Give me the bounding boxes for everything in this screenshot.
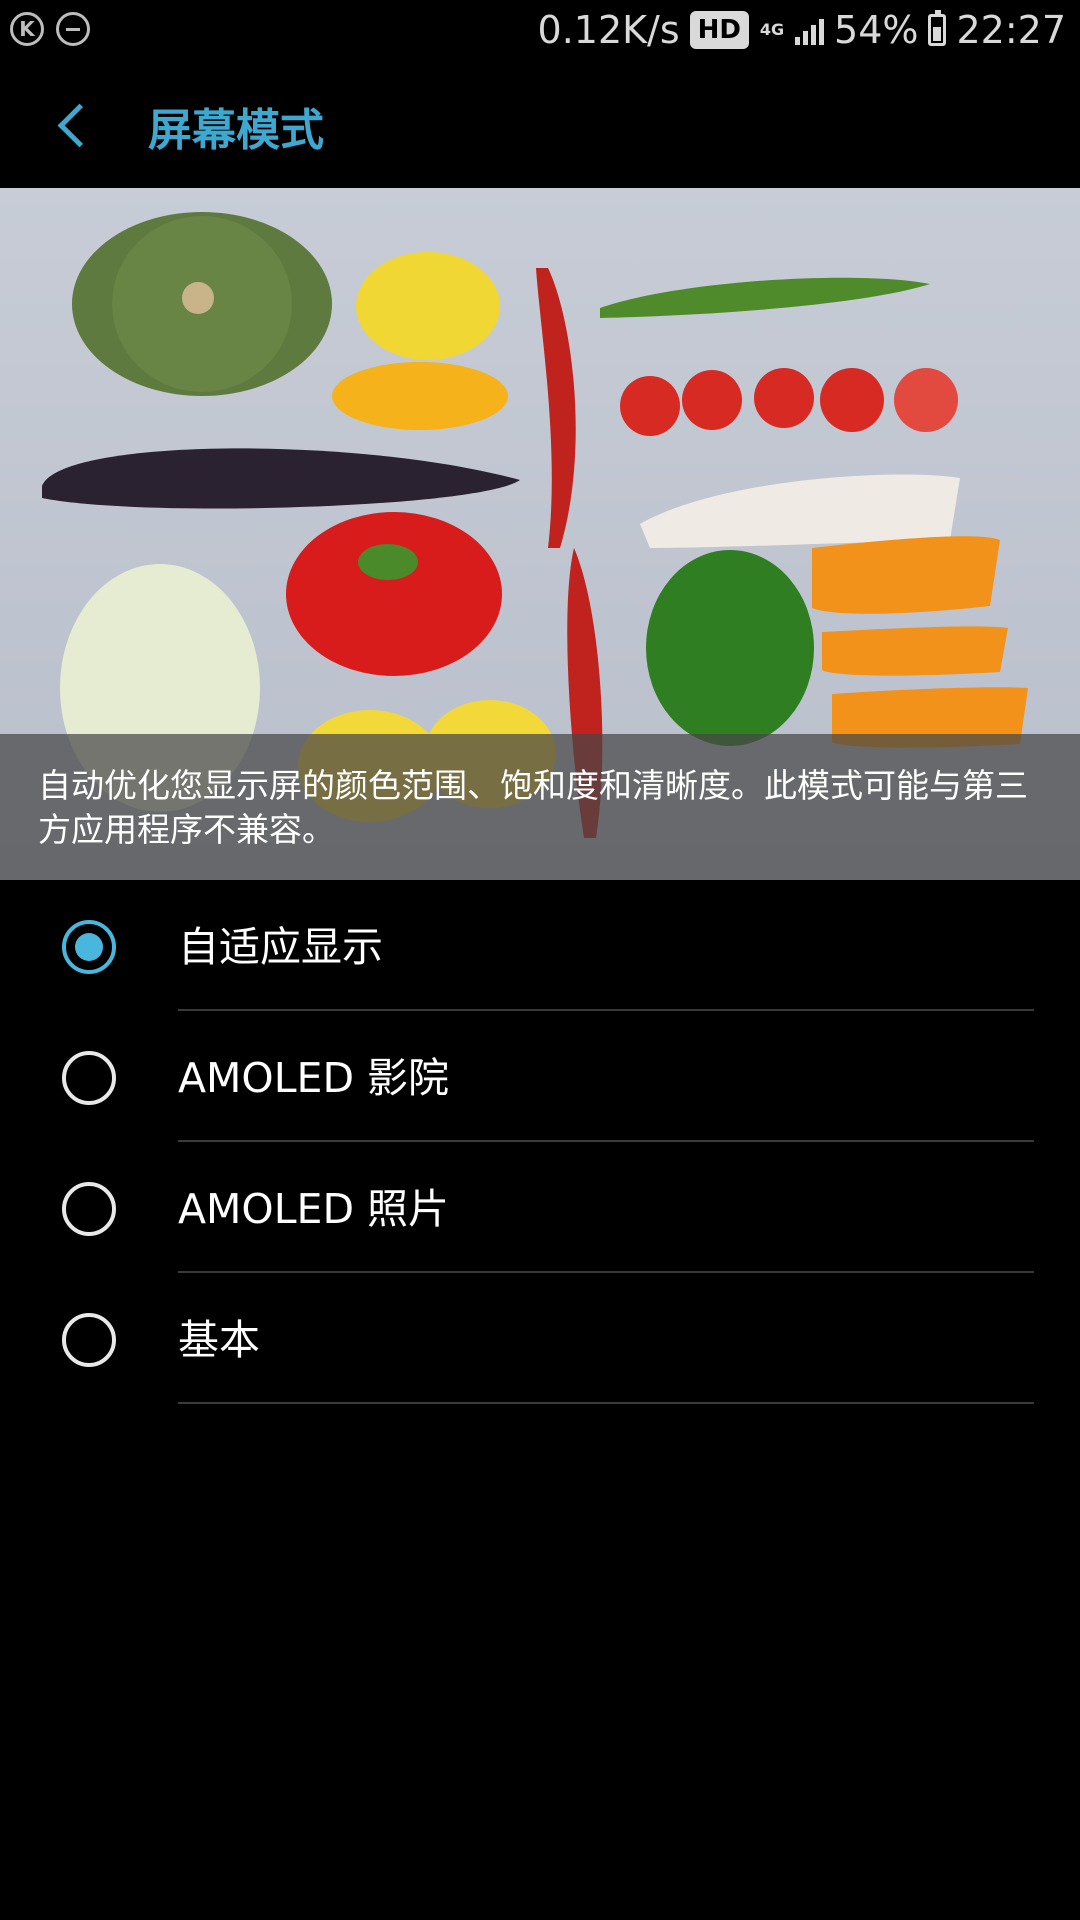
network-type: 4G — [759, 20, 785, 39]
option-label: 基本 — [178, 1316, 260, 1364]
option-amoled-cinema[interactable]: AMOLED 影院 — [0, 1011, 1080, 1142]
hd-badge: HD — [689, 11, 750, 49]
battery-icon — [928, 10, 947, 46]
option-basic[interactable]: 基本 — [0, 1273, 1080, 1404]
minus-circle-icon — [56, 12, 90, 46]
signal-icon — [795, 15, 825, 45]
status-bar: K 0.12K/s HD 4G 54% 22:27 — [0, 0, 1080, 64]
option-amoled-photo[interactable]: AMOLED 照片 — [0, 1142, 1080, 1273]
radio-unselected-icon[interactable] — [62, 1051, 116, 1105]
mode-description: 自动优化您显示屏的颜色范围、饱和度和清晰度。此模式可能与第三方应用程序不兼容。 — [38, 766, 1028, 849]
radio-unselected-icon[interactable] — [62, 1182, 116, 1236]
radio-selected-icon[interactable] — [62, 920, 116, 974]
option-label: 自适应显示 — [178, 923, 383, 971]
page-title: 屏幕模式 — [148, 105, 324, 156]
network-speed: 0.12K/s — [537, 8, 680, 52]
preview-image: 自动优化您显示屏的颜色范围、饱和度和清晰度。此模式可能与第三方应用程序不兼容。 — [0, 188, 1080, 880]
clock: 22:27 — [956, 8, 1066, 52]
preview-caption: 自动优化您显示屏的颜色范围、饱和度和清晰度。此模式可能与第三方应用程序不兼容。 — [0, 734, 1080, 880]
status-left-icons: K — [10, 12, 90, 46]
status-right: 0.12K/s HD 4G 54% 22:27 — [538, 8, 1066, 52]
back-button[interactable] — [50, 100, 100, 150]
k-icon: K — [10, 12, 44, 46]
app-bar: 屏幕模式 — [0, 64, 1080, 188]
screen-mode-options: 自适应显示 AMOLED 影院 AMOLED 照片 基本 — [0, 880, 1080, 1404]
divider — [178, 1402, 1034, 1404]
option-adaptive-display[interactable]: 自适应显示 — [0, 880, 1080, 1011]
option-label: AMOLED 照片 — [178, 1185, 450, 1233]
radio-unselected-icon[interactable] — [62, 1313, 116, 1367]
option-label: AMOLED 影院 — [178, 1054, 450, 1102]
battery-percent: 54% — [834, 8, 919, 52]
